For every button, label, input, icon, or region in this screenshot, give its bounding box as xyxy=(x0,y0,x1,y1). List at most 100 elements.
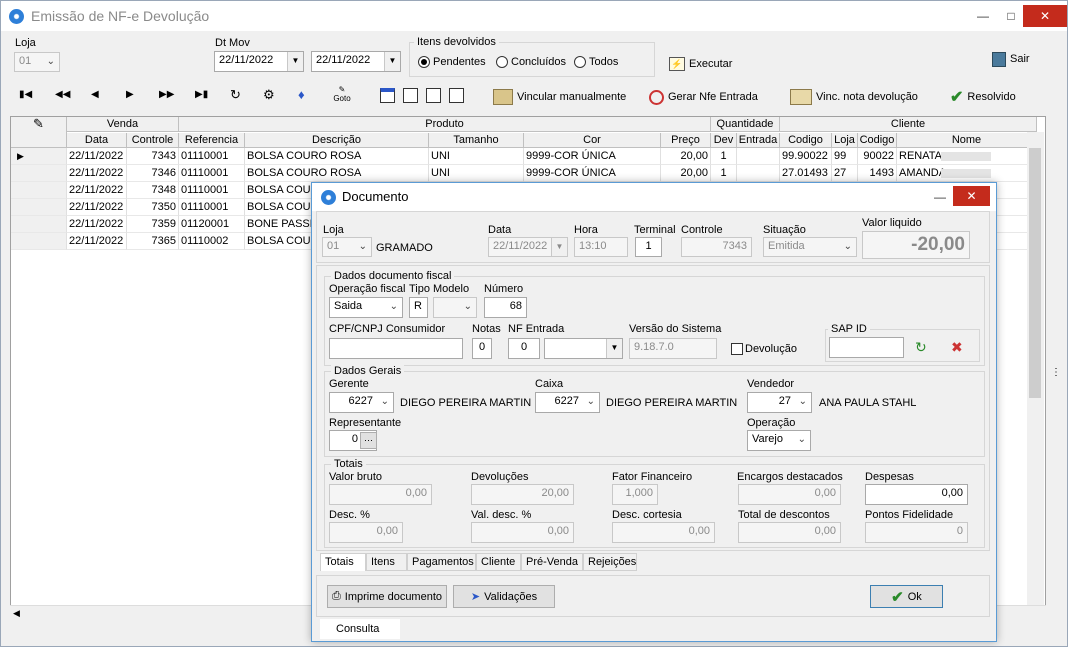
next-page-icon[interactable]: ▶▶ xyxy=(159,89,174,100)
grid-cell-preco[interactable]: 20,00 xyxy=(661,165,711,182)
minimize-button[interactable]: — xyxy=(969,5,997,27)
grid-cell-ref[interactable]: 01110001 xyxy=(179,199,245,216)
prev-record-icon[interactable]: ◀ xyxy=(91,89,99,100)
dialog-minimize-button[interactable]: — xyxy=(926,186,954,208)
row-indicator[interactable] xyxy=(11,199,67,216)
d-controle-field[interactable]: 7343 xyxy=(681,237,752,257)
grid-cell-preco[interactable]: 20,00 xyxy=(661,148,711,165)
ok-button[interactable]: ✔ Ok xyxy=(870,585,943,608)
d-devolucao-checkbox[interactable] xyxy=(731,343,743,355)
grid-cell-ref[interactable]: 01110001 xyxy=(179,148,245,165)
check-icon[interactable] xyxy=(426,88,441,103)
select-all-icon[interactable] xyxy=(380,88,395,103)
grid-cell-dev[interactable]: 1 xyxy=(711,148,737,165)
grid-cell-controle[interactable]: 7348 xyxy=(127,182,179,199)
d-operacao2-select[interactable]: Varejo ⌄ xyxy=(747,430,811,451)
d-nfentrada-select[interactable]: ▼ xyxy=(544,338,623,359)
tab-rejeicoes[interactable]: Rejeições xyxy=(583,553,637,571)
scroll-thumb[interactable] xyxy=(1029,148,1041,398)
vinc-nota-button[interactable]: Vinc. nota devolução xyxy=(790,89,918,105)
d-hora-field[interactable]: 13:10 xyxy=(574,237,628,257)
column-header[interactable]: Descrição xyxy=(245,133,429,148)
d-loja-select[interactable]: 01 ⌄ xyxy=(322,237,372,257)
d-tipo-field[interactable]: R xyxy=(409,297,428,318)
close-button[interactable]: ✕ xyxy=(1023,5,1067,27)
grid-cell-codigo[interactable]: 99.90022 xyxy=(780,148,832,165)
check-selected-icon[interactable] xyxy=(403,88,418,103)
tab-cliente[interactable]: Cliente xyxy=(476,553,521,571)
grid-cell-controle[interactable]: 7343 xyxy=(127,148,179,165)
grid-cell-ref[interactable]: 01110001 xyxy=(179,182,245,199)
scroll-left-icon[interactable]: ◀ xyxy=(13,608,20,619)
validacoes-button[interactable]: ➤ Validações xyxy=(453,585,555,608)
grid-cell-tam[interactable]: UNI xyxy=(429,165,524,182)
d-despesas-field[interactable]: 0,00 xyxy=(865,484,968,505)
radio-pendentes[interactable] xyxy=(418,56,430,68)
column-header[interactable]: Referencia xyxy=(179,133,245,148)
uncheck-icon[interactable] xyxy=(449,88,464,103)
refresh-icon[interactable]: ↻ xyxy=(230,87,241,103)
row-indicator[interactable] xyxy=(11,233,67,250)
tab-totais[interactable]: Totais xyxy=(320,553,366,571)
grid-cell-codigo[interactable]: 27.01493 xyxy=(780,165,832,182)
d-data-field[interactable]: 22/11/2022 ▼ xyxy=(488,237,568,257)
column-header[interactable]: Dev xyxy=(711,133,737,148)
grid-cell-data[interactable]: 22/11/2022 xyxy=(67,182,127,199)
d-cpf-field[interactable] xyxy=(329,338,463,359)
row-indicator[interactable] xyxy=(11,182,67,199)
next-record-icon[interactable]: ▶ xyxy=(126,89,134,100)
tab-itens[interactable]: Itens xyxy=(366,553,407,571)
sair-button[interactable]: Sair xyxy=(992,51,1030,67)
grid-cell-tam[interactable]: UNI xyxy=(429,148,524,165)
settings-icon[interactable]: ⚙ xyxy=(263,87,275,103)
tab-pagamentos[interactable]: Pagamentos xyxy=(407,553,476,571)
prev-page-icon[interactable]: ◀◀ xyxy=(55,89,70,100)
grid-cell-entrada[interactable] xyxy=(737,165,780,182)
column-header[interactable]: Data xyxy=(67,133,127,148)
radio-concluidos[interactable] xyxy=(496,56,508,68)
radio-todos[interactable] xyxy=(574,56,586,68)
column-header[interactable]: Loja xyxy=(832,133,858,148)
d-caixa-select[interactable]: 6227 ⌄ xyxy=(535,392,600,413)
column-header[interactable]: Codigo xyxy=(780,133,832,148)
grid-cell-ref[interactable]: 01110002 xyxy=(179,233,245,250)
loja-select[interactable]: 01 ⌄ xyxy=(14,52,60,72)
grid-cell-loja[interactable]: 99 xyxy=(832,148,858,165)
grid-cell-cor[interactable]: 9999-COR ÚNICA xyxy=(524,148,661,165)
sap-refresh-icon[interactable]: ↻ xyxy=(915,339,927,356)
grid-cell-entrada[interactable] xyxy=(737,148,780,165)
tab-pre-venda[interactable]: Pré-Venda xyxy=(521,553,583,571)
grid-cell-data[interactable]: 22/11/2022 xyxy=(67,199,127,216)
d-gerente-select[interactable]: 6227 ⌄ xyxy=(329,392,394,413)
grid-cell-cor[interactable]: 9999-COR ÚNICA xyxy=(524,165,661,182)
column-header[interactable]: Codigo xyxy=(858,133,897,148)
d-situacao-select[interactable]: Emitida ⌄ xyxy=(763,237,857,257)
d-sap-field[interactable] xyxy=(829,337,904,358)
column-header[interactable]: Tamanho xyxy=(429,133,524,148)
date-to-picker[interactable]: 22/11/2022 ▼ xyxy=(311,51,401,72)
dialog-close-button[interactable]: ✕ xyxy=(953,186,990,206)
d-modelo-select[interactable]: ⌄ xyxy=(433,297,477,318)
grid-cell-ccod[interactable]: 1493 xyxy=(858,165,897,182)
grid-cell-desc[interactable]: BOLSA COURO ROSA xyxy=(245,148,429,165)
grid-cell-ref[interactable]: 01110001 xyxy=(179,165,245,182)
d-nfentrada-field[interactable]: 0 xyxy=(508,338,540,359)
d-vendedor-select[interactable]: 27 ⌄ xyxy=(747,392,812,413)
grid-cell-data[interactable]: 22/11/2022 xyxy=(67,148,127,165)
sap-clear-icon[interactable]: ✖ xyxy=(951,339,963,356)
d-numero-field[interactable]: 68 xyxy=(484,297,527,318)
d-terminal-field[interactable]: 1 xyxy=(635,237,662,257)
grid-cell-data[interactable]: 22/11/2022 xyxy=(67,233,127,250)
row-indicator[interactable]: ▶ xyxy=(11,148,67,165)
grid-cell-data[interactable]: 22/11/2022 xyxy=(67,165,127,182)
grid-cell-controle[interactable]: 7346 xyxy=(127,165,179,182)
first-record-icon[interactable]: ▮◀ xyxy=(19,89,32,100)
resolvido-button[interactable]: ✔ Resolvido xyxy=(950,89,1016,106)
last-record-icon[interactable]: ▶▮ xyxy=(195,89,208,100)
d-notas-field[interactable]: 0 xyxy=(472,338,492,359)
grid-cell-controle[interactable]: 7365 xyxy=(127,233,179,250)
column-header[interactable]: Cor xyxy=(524,133,661,148)
column-header[interactable]: Entrada xyxy=(737,133,780,148)
grid-cell-data[interactable]: 22/11/2022 xyxy=(67,216,127,233)
grid-cell-desc[interactable]: BOLSA COURO ROSA xyxy=(245,165,429,182)
